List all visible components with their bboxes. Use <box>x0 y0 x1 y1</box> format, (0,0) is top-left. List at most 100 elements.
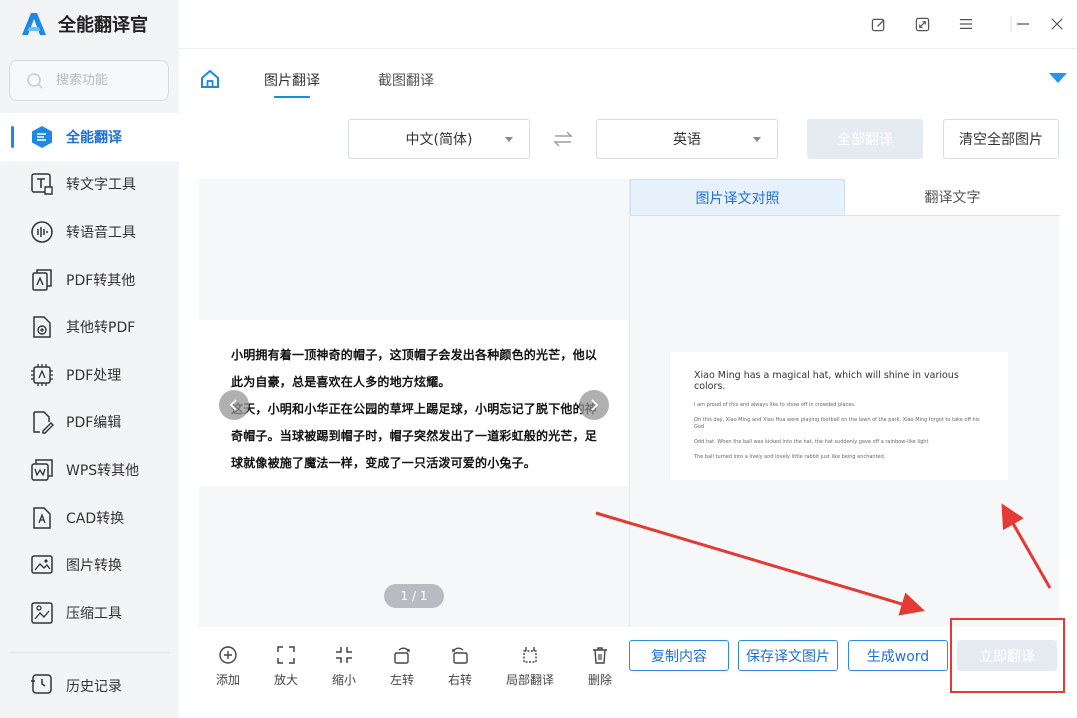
trash-icon <box>593 647 607 664</box>
sidebar-item-label: 转语音工具 <box>66 224 136 241</box>
menu-icon[interactable] <box>955 14 977 34</box>
tab-image-compare[interactable]: 图片译文对照 <box>630 179 845 216</box>
delete-label: 删除 <box>587 673 612 687</box>
add-circle-icon <box>219 646 237 664</box>
translated-text-line: Odd hat. When the ball was kicked into t… <box>694 439 929 445</box>
sidebar-item-label: 压缩工具 <box>66 605 122 622</box>
highlight-box <box>950 618 1065 693</box>
rotate-right-button[interactable]: 右转 <box>440 645 480 688</box>
source-language-select[interactable]: 中文(简体) <box>348 119 530 159</box>
search-box[interactable] <box>9 60 169 101</box>
rotate-left-icon <box>394 647 410 664</box>
add-button[interactable]: 添加 <box>208 645 248 688</box>
pdf-export-icon <box>30 268 54 292</box>
sidebar-item-wps-to-other[interactable]: WPS转其他 <box>0 446 179 494</box>
app-logo-icon <box>22 13 46 35</box>
source-text-line: 奇帽子。当球被踢到帽子时，帽子突然发出了一道彩虹般的光芒，足 <box>231 429 598 443</box>
source-text-line: 小明拥有着一顶神奇的帽子，这顶帽子会发出各种颜色的光芒，他以 <box>231 348 598 362</box>
sidebar-item-label: CAD转换 <box>66 510 125 527</box>
chevron-right-icon <box>591 399 599 411</box>
zoom-out-label: 缩小 <box>331 673 356 687</box>
close-icon[interactable] <box>1046 14 1068 34</box>
search-input[interactable] <box>56 73 156 88</box>
sidebar-item-pdf-edit[interactable]: PDF编辑 <box>0 399 179 447</box>
partial-translate-label: 局部翻译 <box>506 673 555 687</box>
sidebar-item-label: 全能翻译 <box>66 129 122 146</box>
previous-image-button[interactable] <box>219 390 249 420</box>
pdf-import-icon <box>30 315 54 339</box>
sidebar: 全能翻译官 全能翻译 转文字工具 转语音工具 <box>0 0 179 718</box>
sidebar-item-label: PDF转其他 <box>66 272 136 289</box>
sidebar-item-pdf-to-other[interactable]: PDF转其他 <box>0 256 179 304</box>
copy-content-button[interactable]: 复制内容 <box>629 640 729 671</box>
sidebar-item-history[interactable]: 历史记录 <box>0 662 179 709</box>
shrink-icon <box>336 647 352 663</box>
crop-region-icon <box>523 647 537 663</box>
chevron-left-icon <box>229 399 237 411</box>
translated-text-line: On this day, Xiao Ming and Xiao Hua were… <box>694 417 980 430</box>
clear-all-images-button[interactable]: 清空全部图片 <box>943 119 1059 159</box>
brand: 全能翻译官 <box>20 10 148 38</box>
rotate-left-button[interactable]: 左转 <box>382 645 422 688</box>
sidebar-item-label: 图片转换 <box>66 558 122 575</box>
sidebar-item-voice-tool[interactable]: 转语音工具 <box>0 208 179 256</box>
sidebar-divider <box>10 652 170 653</box>
add-label: 添加 <box>215 673 240 687</box>
image-convert-icon <box>30 553 54 577</box>
delete-button[interactable]: 删除 <box>580 645 620 688</box>
zoom-in-button[interactable]: 放大 <box>266 645 306 688</box>
sidebar-item-other-to-pdf[interactable]: 其他转PDF <box>0 303 179 351</box>
sidebar-item-text-tool[interactable]: 转文字工具 <box>0 161 179 209</box>
rotate-right-icon <box>452 647 468 664</box>
save-translated-image-button[interactable]: 保存译文图片 <box>738 640 838 671</box>
sidebar-item-image-convert[interactable]: 图片转换 <box>0 541 179 589</box>
pdf-process-icon <box>30 363 54 387</box>
history-icon <box>30 672 54 700</box>
source-language-value: 中文(简体) <box>405 132 473 148</box>
source-image-preview: 小明拥有着一顶神奇的帽子，这顶帽子会发出各种颜色的光芒，他以 此为自豪，总是喜欢… <box>199 179 629 627</box>
rotate-right-label: 右转 <box>447 673 472 687</box>
sidebar-nav: 全能翻译 转文字工具 转语音工具 PDF转其他 其他转PDF PDF处理 PDF… <box>0 113 179 637</box>
pdf-edit-icon <box>30 410 54 435</box>
target-language-select[interactable]: 英语 <box>596 119 778 159</box>
sidebar-item-compress-tool[interactable]: 压缩工具 <box>0 589 179 637</box>
sidebar-item-pdf-process[interactable]: PDF处理 <box>0 351 179 399</box>
minimize-icon[interactable] <box>1012 14 1034 34</box>
sidebar-item-label: WPS转其他 <box>66 462 140 479</box>
sidebar-item-cad-convert[interactable]: CAD转换 <box>0 494 179 542</box>
source-text-line: 此为自豪，总是喜欢在人多的地方炫耀。 <box>231 375 451 389</box>
home-icon[interactable] <box>199 68 221 90</box>
tab-active-indicator <box>274 96 310 98</box>
sidebar-item-label: 其他转PDF <box>66 320 136 337</box>
translated-text-line: I am proud of this and always like to sh… <box>694 402 856 408</box>
sidebar-item-label: 转文字工具 <box>66 177 136 194</box>
chevron-down-icon <box>753 137 761 142</box>
history-label: 历史记录 <box>66 678 122 695</box>
text-convert-icon <box>30 172 54 196</box>
tab-screenshot-translate[interactable]: 截图翻译 <box>378 70 434 90</box>
wps-icon <box>30 458 54 482</box>
fullscreen-icon[interactable] <box>911 14 933 34</box>
translated-title-line: Xiao Ming has a magical hat, which will … <box>694 370 959 392</box>
tab-translated-text[interactable]: 翻译文字 <box>845 179 1060 216</box>
swap-languages-icon[interactable] <box>553 130 573 148</box>
translate-icon <box>30 125 54 149</box>
translate-all-button[interactable]: 全部翻译 <box>807 119 923 159</box>
app-title: 全能翻译官 <box>58 15 148 36</box>
generate-word-button[interactable]: 生成word <box>848 640 948 671</box>
sidebar-item-all-translate[interactable]: 全能翻译 <box>0 113 179 161</box>
tab-image-translate[interactable]: 图片翻译 <box>264 70 320 90</box>
translation-panel: 图片译文对照 翻译文字 Xiao Ming has a magical hat,… <box>629 179 1060 627</box>
rotate-left-label: 左转 <box>389 673 414 687</box>
source-text-line: 这天，小明和小华正在公园的草坪上踢足球，小明忘记了脱下他的神 <box>231 402 598 416</box>
translated-image: Xiao Ming has a magical hat, which will … <box>670 352 1008 480</box>
next-image-button[interactable] <box>579 390 609 420</box>
sidebar-item-label: PDF处理 <box>66 367 122 384</box>
source-image: 小明拥有着一顶神奇的帽子，这顶帽子会发出各种颜色的光芒，他以 此为自豪，总是喜欢… <box>199 320 629 486</box>
translated-text-line: The ball turned into a lively and lovely… <box>694 454 886 460</box>
collapse-triangle-icon[interactable] <box>1049 73 1067 83</box>
feedback-edit-icon[interactable] <box>867 14 889 34</box>
page-indicator: 1 / 1 <box>384 584 444 608</box>
zoom-out-button[interactable]: 缩小 <box>324 645 364 688</box>
partial-translate-button[interactable]: 局部翻译 <box>506 645 554 688</box>
